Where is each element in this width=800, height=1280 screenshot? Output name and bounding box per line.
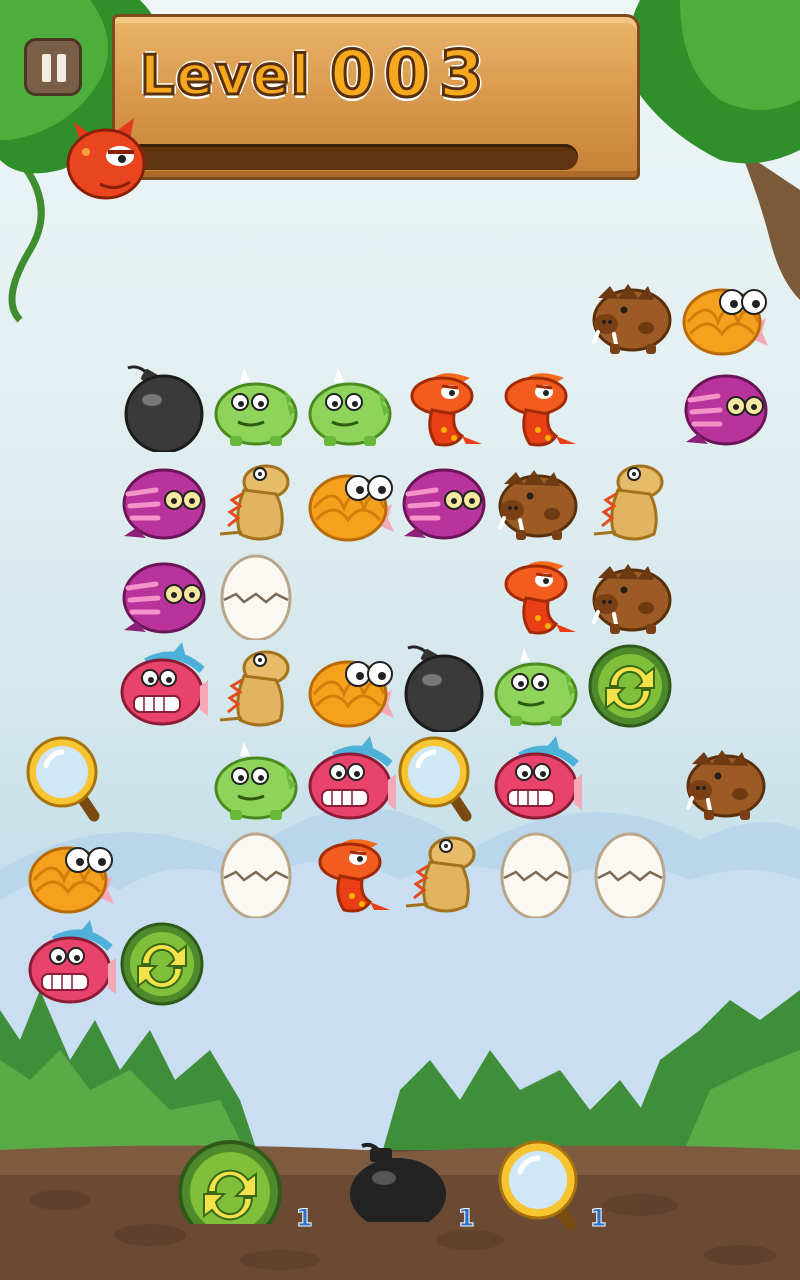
tile-boar[interactable] [490, 454, 582, 546]
tile-pink-fish[interactable] [116, 640, 208, 732]
red-dino-icon [504, 373, 576, 447]
tile-red-dino[interactable] [304, 826, 396, 918]
shuffle-icon [120, 922, 204, 1006]
red-mascot-icon [66, 118, 146, 200]
tile-purple-monster[interactable] [678, 360, 770, 452]
tile-egg[interactable] [210, 548, 302, 640]
tile-fish[interactable] [678, 268, 770, 360]
tile-bomb[interactable] [396, 640, 488, 732]
tile-egg[interactable] [490, 826, 582, 918]
magnifier-icon [398, 736, 472, 822]
tile-pink-fish[interactable] [24, 918, 116, 1010]
tile-pink-fish[interactable] [304, 734, 396, 826]
tile-green-dino[interactable] [490, 640, 582, 732]
tile-green-dino[interactable] [304, 360, 396, 452]
fish-icon [308, 474, 394, 542]
tile-tan-dino[interactable] [210, 454, 302, 546]
pause-button[interactable] [24, 38, 82, 96]
tile-boar[interactable] [678, 734, 770, 826]
boar-icon [686, 750, 766, 820]
tile-fish[interactable] [24, 826, 116, 918]
tile-magnifier[interactable] [24, 734, 116, 826]
purple-monster-icon [122, 468, 206, 540]
purple-monster-icon [684, 374, 768, 446]
tile-bomb[interactable] [116, 360, 208, 452]
fish-icon [682, 288, 768, 356]
egg-icon [594, 832, 666, 918]
green-dino-icon [494, 648, 578, 726]
tile-red-dino[interactable] [490, 548, 582, 640]
hint-powerup-button[interactable] [494, 1138, 586, 1230]
pause-icon [42, 54, 51, 82]
shuffle-icon [588, 644, 672, 728]
tile-egg[interactable] [210, 826, 302, 918]
green-dino-icon [308, 368, 392, 446]
boar-icon [592, 564, 672, 634]
pink-fish-icon [308, 736, 396, 820]
bomb-icon [350, 1142, 446, 1230]
pink-fish-icon [28, 920, 116, 1004]
boar-icon [592, 284, 672, 354]
tile-green-dino[interactable] [210, 360, 302, 452]
fish-icon [308, 660, 394, 728]
tile-green-dino[interactable] [210, 734, 302, 826]
bomb-count: 1 [458, 1204, 476, 1233]
tile-pink-fish[interactable] [490, 734, 582, 826]
red-dino-icon [410, 373, 482, 447]
egg-icon [220, 832, 292, 918]
bomb-icon [124, 365, 204, 452]
tile-boar[interactable] [584, 268, 676, 360]
shuffle-count: 1 [296, 1204, 314, 1233]
tile-egg[interactable] [584, 826, 676, 918]
shuffle-powerup-button[interactable] [178, 1140, 282, 1244]
egg-icon [220, 554, 292, 640]
magnifier-icon [498, 1140, 578, 1230]
vine-left [7, 147, 45, 323]
tile-purple-monster[interactable] [396, 454, 488, 546]
tile-magnifier[interactable] [396, 734, 488, 826]
tan-dino-icon [593, 464, 664, 541]
tile-purple-monster[interactable] [116, 454, 208, 546]
egg-icon [500, 832, 572, 918]
fish-icon [28, 846, 114, 914]
purple-monster-icon [122, 562, 206, 634]
level-label: Level [138, 43, 312, 109]
tan-dino-icon [405, 836, 476, 913]
boar-icon [498, 470, 578, 540]
hint-count: 1 [590, 1204, 608, 1233]
red-dino-icon [504, 561, 576, 635]
red-dino-icon [318, 839, 390, 913]
tile-boar[interactable] [584, 548, 676, 640]
green-dino-icon [214, 742, 298, 820]
pause-icon-bar [57, 54, 66, 82]
pink-fish-icon [120, 642, 208, 726]
tile-red-dino[interactable] [396, 360, 488, 452]
tile-tan-dino[interactable] [396, 826, 488, 918]
tile-fish[interactable] [304, 454, 396, 546]
tan-dino-icon [219, 464, 290, 541]
level-number: 003 [329, 37, 494, 114]
level-progress-bar [128, 144, 578, 170]
tile-tan-dino[interactable] [584, 454, 676, 546]
tile-tan-dino[interactable] [210, 640, 302, 732]
pink-fish-icon [494, 736, 582, 820]
tan-dino-icon [219, 650, 290, 727]
green-dino-icon [214, 368, 298, 446]
tile-red-dino[interactable] [490, 360, 582, 452]
magnifier-icon [26, 736, 100, 822]
tile-shuffle[interactable] [584, 640, 676, 732]
purple-monster-icon [402, 468, 486, 540]
bomb-icon [404, 645, 484, 732]
tile-fish[interactable] [304, 640, 396, 732]
bomb-powerup-button[interactable] [344, 1138, 448, 1230]
tile-purple-monster[interactable] [116, 548, 208, 640]
shuffle-icon [178, 1140, 282, 1244]
tile-shuffle[interactable] [116, 918, 208, 1010]
